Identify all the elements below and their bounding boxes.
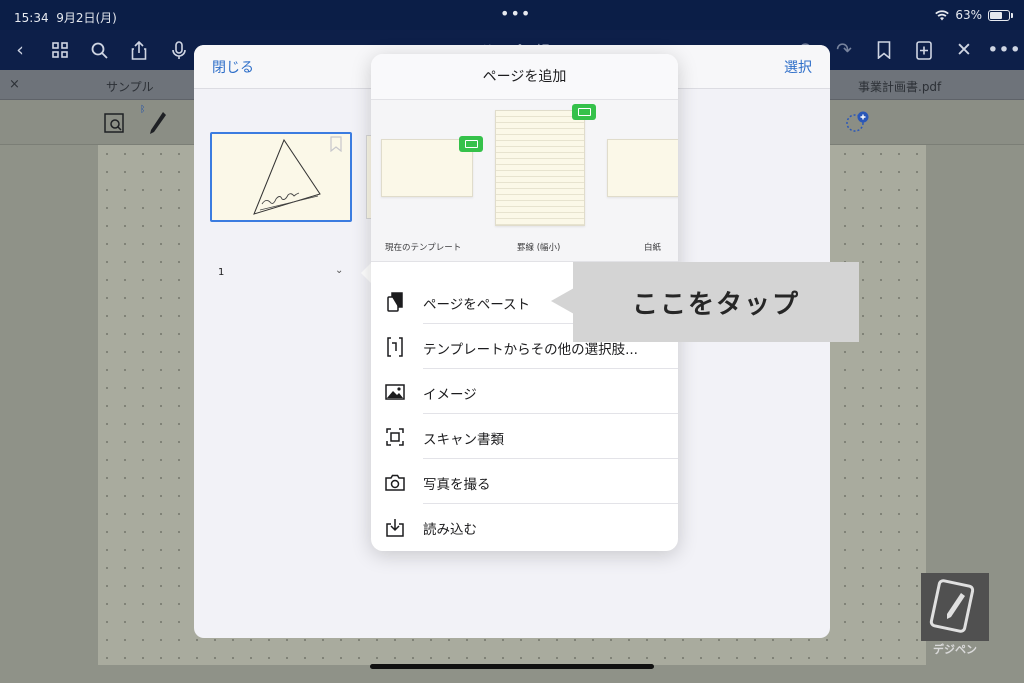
close-icon[interactable]: ✕ [950, 36, 978, 64]
paste-icon [384, 291, 406, 313]
tab-close-icon[interactable]: × [9, 77, 20, 92]
keyboard-badge-icon [459, 136, 483, 152]
lasso-add-icon[interactable] [844, 110, 870, 138]
battery-percent: 63% [955, 8, 982, 22]
template-blank[interactable] [607, 139, 678, 197]
home-indicator [370, 664, 654, 669]
select-button[interactable]: 選択 [784, 57, 812, 77]
template-icon [384, 336, 406, 358]
template-label-lined: 罫線 (幅小) [517, 243, 561, 253]
import-action[interactable]: 読み込む [371, 504, 678, 549]
tab-business-plan[interactable]: 事業計画書.pdf [858, 78, 941, 95]
template-strip[interactable]: 現在のテンプレート 罫線 (幅小) 白紙 [371, 100, 678, 262]
template-label-blank: 白紙 [644, 243, 662, 253]
take-photo-action[interactable]: 写真を撮る [371, 459, 678, 504]
chevron-down-icon[interactable]: ⌄ [335, 265, 343, 276]
action-label: イメージ [423, 387, 477, 403]
camera-icon [384, 471, 406, 493]
bookmark-icon[interactable] [870, 36, 898, 64]
more-icon[interactable]: ••• [987, 36, 1021, 64]
action-label: スキャン書類 [423, 432, 504, 448]
page-thumbnail[interactable] [210, 132, 352, 222]
bluetooth-icon: ᛒ [140, 105, 146, 115]
watermark-text: デジペン [933, 643, 977, 656]
callout-text: ここをタップ [631, 290, 800, 320]
popover-title: ページを追加 [371, 54, 678, 100]
close-button[interactable]: 閉じる [212, 57, 254, 77]
status-time: 15:34 9月2日(月) [14, 11, 117, 25]
zoom-window-icon[interactable] [104, 113, 124, 137]
callout-arrow [551, 288, 574, 314]
action-label: ページをペースト [423, 297, 531, 313]
share-icon[interactable] [125, 36, 153, 64]
add-page-icon[interactable] [910, 36, 938, 64]
action-label: 写真を撮る [423, 477, 491, 493]
status-bar: 15:34 9月2日(月) ••• 63% [0, 0, 1024, 30]
template-label-current: 現在のテンプレート [385, 243, 462, 253]
multitasking-dots-icon[interactable]: ••• [500, 4, 531, 23]
template-lined-narrow[interactable] [495, 110, 585, 226]
image-action[interactable]: イメージ [371, 369, 678, 414]
bookmark-outline-icon[interactable] [330, 136, 342, 152]
tab-sample[interactable]: サンプル [106, 78, 154, 95]
watermark-logo [921, 573, 989, 641]
scan-document-action[interactable]: スキャン書類 [371, 414, 678, 459]
status-right: 63% [935, 8, 1013, 22]
grid-icon[interactable] [46, 36, 74, 64]
scan-icon [384, 426, 406, 448]
tablet-pen-icon [929, 579, 975, 633]
tap-here-callout: ここをタップ [573, 262, 859, 342]
page-number-label: 1 [218, 267, 225, 278]
battery-icon [988, 9, 1013, 21]
image-icon [384, 381, 406, 403]
wifi-icon [935, 9, 950, 20]
action-label: 読み込む [423, 522, 477, 538]
keyboard-badge-icon [572, 104, 596, 120]
redo-icon[interactable]: ↷ [830, 36, 858, 64]
import-icon [384, 516, 406, 538]
microphone-icon[interactable] [165, 36, 193, 64]
back-icon[interactable]: ‹ [6, 36, 34, 64]
search-icon[interactable] [85, 36, 113, 64]
pen-tool-icon[interactable] [148, 110, 168, 140]
